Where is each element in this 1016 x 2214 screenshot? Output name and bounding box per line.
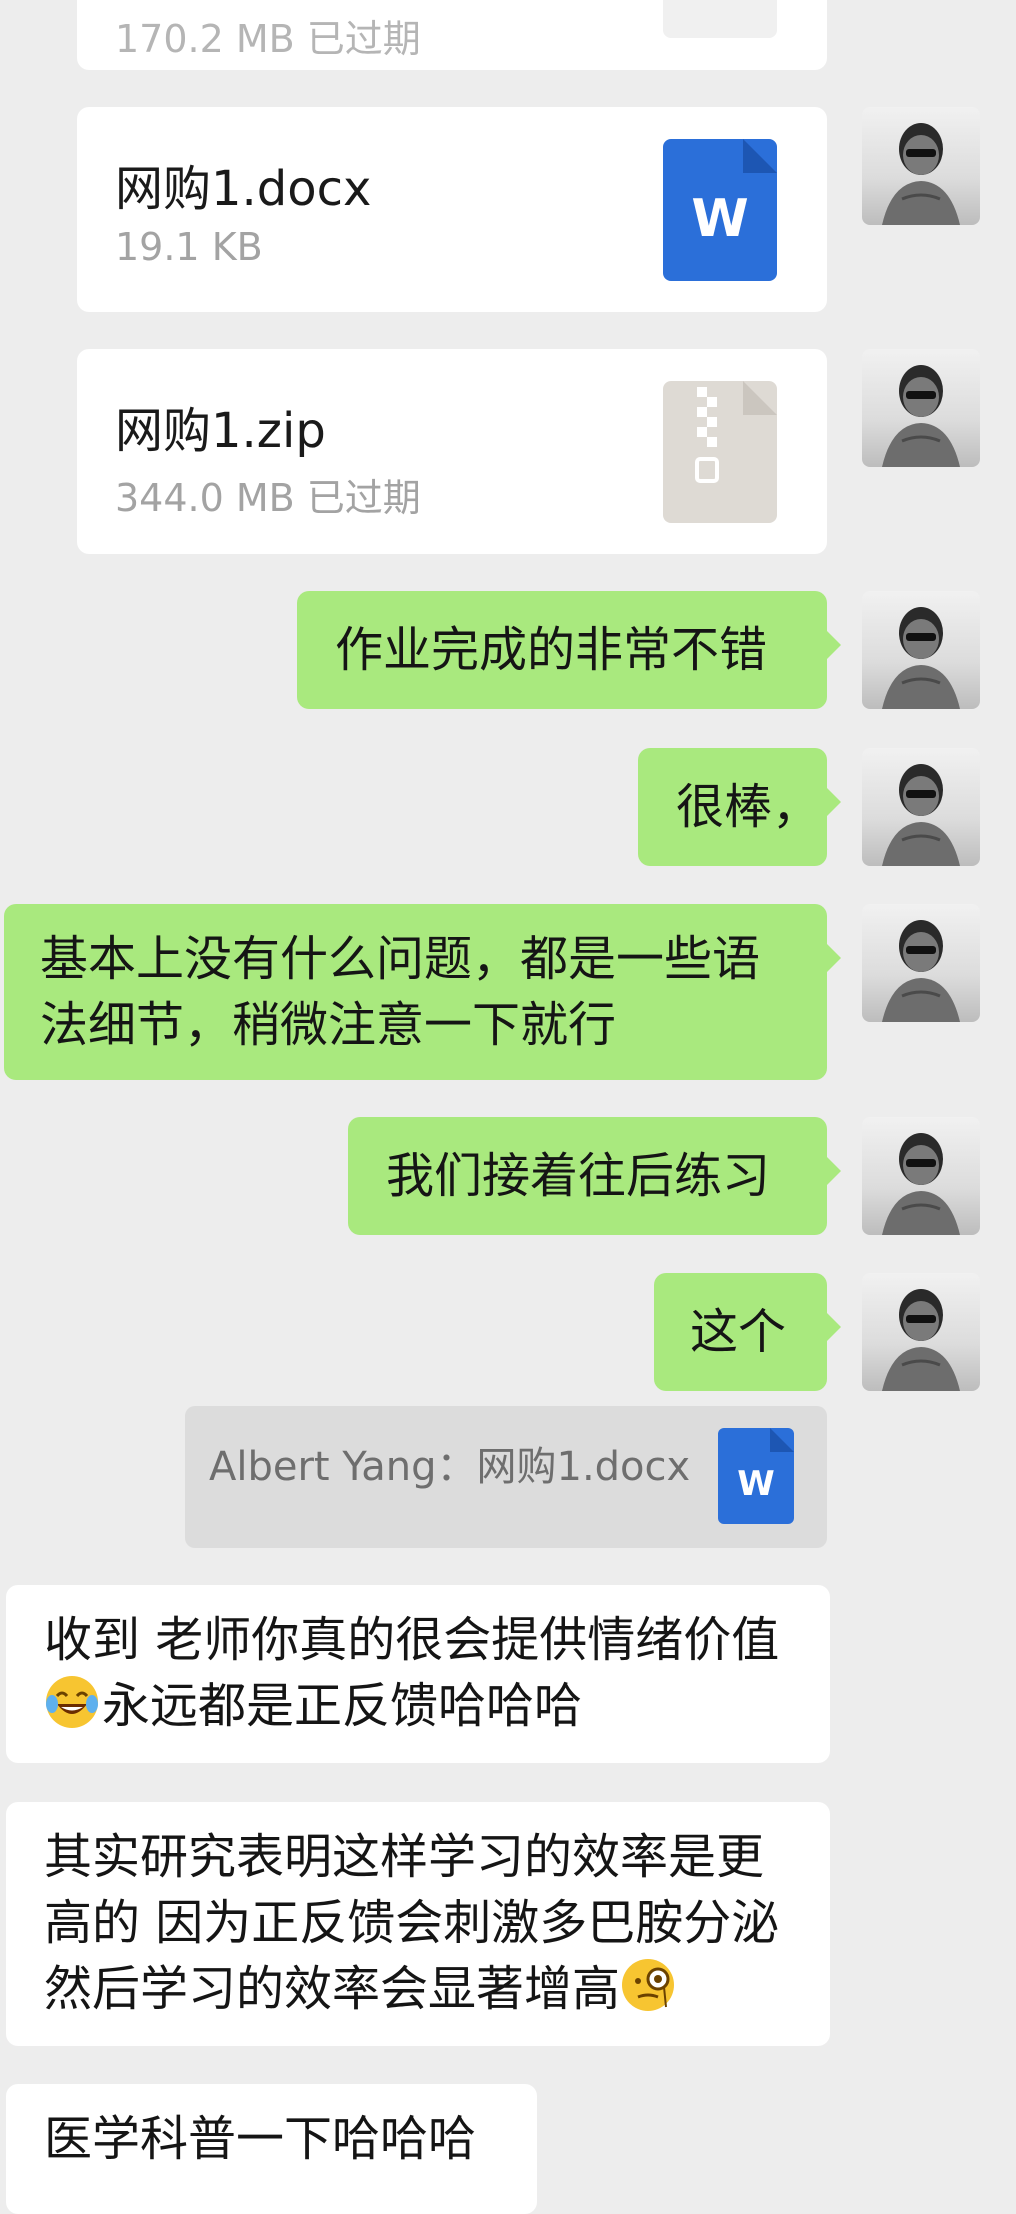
avatar[interactable] (862, 349, 980, 467)
reply-bubble[interactable]: 医学科普一下哈哈哈 (6, 2084, 537, 2214)
message-bubble[interactable]: 我们接着往后练习 (348, 1117, 841, 1235)
message-bubble[interactable]: 很棒， (638, 748, 841, 866)
expired-file-icon (663, 0, 777, 38)
zip-archive-icon (663, 381, 777, 523)
avatar[interactable] (862, 904, 980, 1022)
avatar[interactable] (862, 1117, 980, 1235)
avatar[interactable] (862, 591, 980, 709)
tears-of-joy-emoji (46, 1676, 98, 1728)
reply-bubble[interactable]: 收到 老师你真的很会提供情绪价值 永远都是正反馈哈哈哈 (6, 1585, 830, 1763)
reply-bubble[interactable]: 其实研究表明这样学习的效率是更 高的 因为正反馈会刺激多巴胺分泌 然后学习的效率… (6, 1802, 830, 2046)
file-card-expired-top[interactable]: 170.2 MB 已过期 (77, 0, 827, 70)
message-bubble[interactable]: 这个 (654, 1273, 841, 1391)
quoted-message[interactable]: Albert Yang：网购1.docx W (185, 1406, 827, 1548)
word-doc-icon: W (663, 139, 777, 281)
quoted-text: Albert Yang：网购1.docx (209, 1444, 691, 1490)
message-bubble[interactable]: 作业完成的非常不错 (297, 591, 841, 709)
file-name: 网购1.docx (115, 161, 372, 217)
avatar[interactable] (862, 748, 980, 866)
file-card-zip[interactable]: 网购1.zip 344.0 MB 已过期 (77, 349, 827, 554)
file-name: 网购1.zip (115, 403, 326, 459)
monocle-emoji (622, 1959, 675, 2011)
file-meta: 170.2 MB 已过期 (115, 17, 421, 61)
file-meta: 344.0 MB 已过期 (115, 476, 421, 520)
avatar[interactable] (862, 1273, 980, 1391)
message-bubble[interactable]: 基本上没有什么问题，都是一些语 法细节，稍微注意一下就行 (4, 904, 841, 1080)
avatar[interactable] (862, 107, 980, 225)
file-card-docx[interactable]: 网购1.docx 19.1 KB W (77, 107, 827, 312)
file-meta: 19.1 KB (115, 225, 263, 269)
word-doc-icon: W (718, 1428, 794, 1524)
